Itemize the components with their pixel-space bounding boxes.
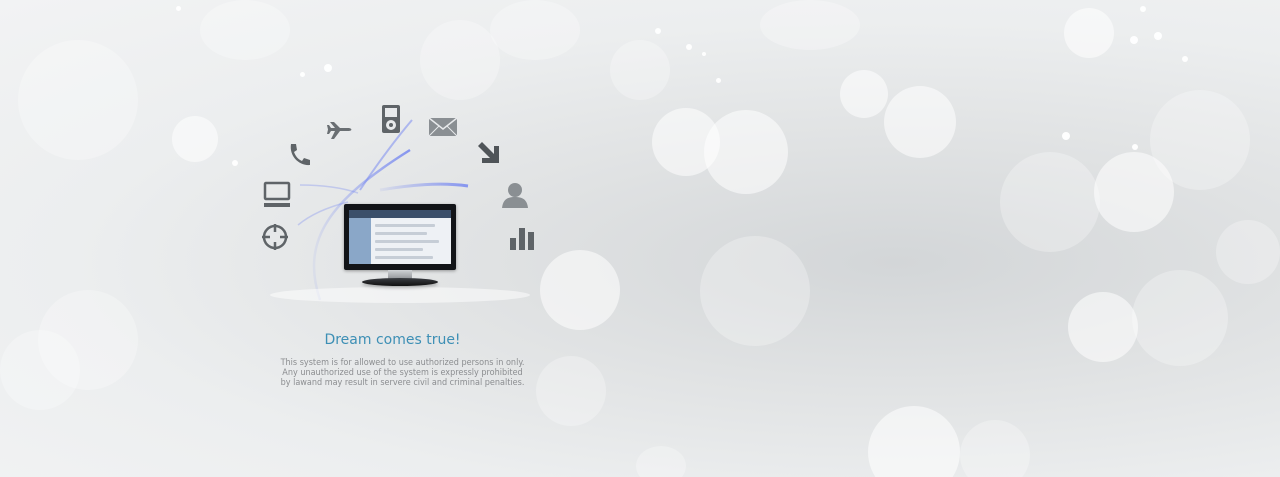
headline: Dream comes true!	[324, 332, 461, 348]
phone-icon	[290, 144, 310, 166]
legal-notice-line-3: by lawand may result in servere civil an…	[280, 378, 525, 388]
bar-chart-icon	[510, 228, 534, 250]
bokeh-background	[0, 0, 1280, 477]
legal-notice: This system is for allowed to use author…	[240, 358, 565, 388]
monitor-illustration	[344, 204, 456, 288]
legal-notice-line-1: This system is for allowed to use author…	[280, 358, 525, 368]
arrow-down-right-icon	[478, 142, 499, 163]
media-player-icon	[382, 105, 400, 133]
crosshair-icon	[262, 224, 288, 250]
airplane-icon	[327, 122, 352, 139]
monitor-icon	[263, 181, 291, 207]
envelope-icon	[428, 117, 458, 137]
user-icon	[502, 183, 528, 208]
legal-notice-line-2: Any unauthorized use of the system is ex…	[282, 368, 523, 378]
hero-illustration	[240, 90, 560, 310]
